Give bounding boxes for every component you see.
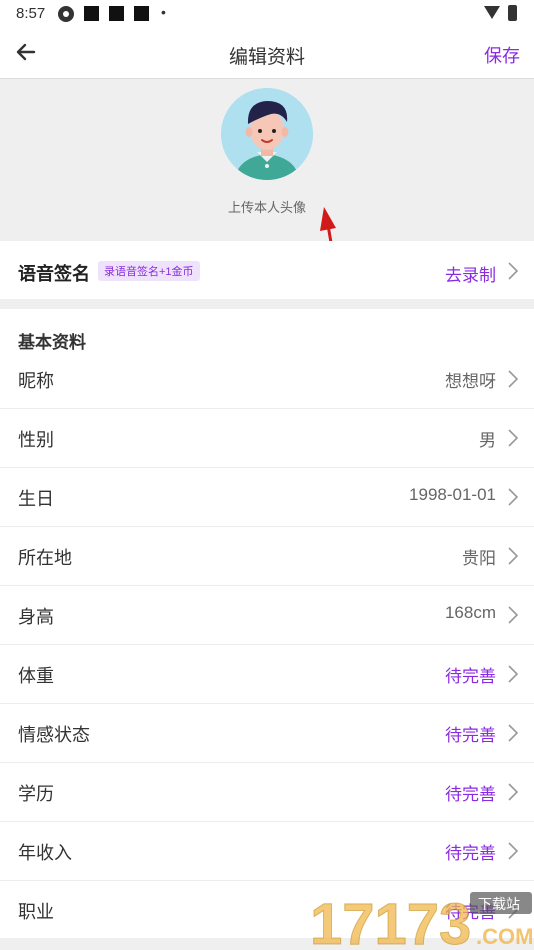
profile-row-income[interactable]: 年收入 待完善: [0, 822, 534, 881]
row-value: 1998-01-01: [409, 485, 496, 504]
chevron-right-icon: [508, 488, 519, 506]
row-value: 待完善: [445, 785, 496, 804]
row-label: 生日: [18, 489, 54, 509]
chevron-right-icon: [508, 842, 519, 860]
watermark-text: 17173: [310, 892, 471, 950]
row-label: 情感状态: [18, 725, 90, 745]
avatar[interactable]: [221, 88, 313, 180]
row-label: 职业: [18, 902, 54, 922]
notification-square-icon: [134, 6, 149, 21]
chevron-right-icon: [508, 370, 519, 388]
notification-square-icon: [84, 6, 99, 21]
battery-icon: [508, 5, 517, 21]
chevron-right-icon: [508, 547, 519, 565]
notification-square-icon: [109, 6, 124, 21]
row-value: 想想呀: [445, 372, 496, 391]
site-watermark-logo: 17173 下载站 .COM: [310, 892, 533, 950]
row-value: 待完善: [445, 844, 496, 863]
profile-row-nickname[interactable]: 昵称 想想呀: [0, 350, 534, 409]
avatar-section: 上传本人头像: [0, 79, 534, 241]
chevron-right-icon: [508, 262, 519, 280]
avatar-illustration: [221, 88, 313, 180]
profile-row-location[interactable]: 所在地 贵阳: [0, 527, 534, 586]
row-value: 待完善: [445, 667, 496, 686]
profile-row-relationship[interactable]: 情感状态 待完善: [0, 704, 534, 763]
status-time: 8:57: [16, 5, 46, 22]
profile-row-height[interactable]: 身高 168cm: [0, 586, 534, 645]
voice-signature-reward-badge: 录语音签名+1金币: [98, 261, 200, 281]
row-label: 昵称: [18, 371, 54, 391]
upload-avatar-hint[interactable]: 上传本人头像: [0, 197, 534, 216]
voice-signature-label: 语音签名: [18, 264, 90, 284]
row-label: 身高: [18, 607, 54, 627]
status-bar: 8:57 •: [0, 0, 534, 28]
top-navigation-bar: 编辑资料 保存: [0, 28, 534, 79]
row-value: 男: [479, 431, 496, 450]
watermark-sub-text: 下载站: [478, 897, 520, 913]
chevron-right-icon: [508, 783, 519, 801]
profile-row-education[interactable]: 学历 待完善: [0, 763, 534, 822]
row-label: 所在地: [18, 548, 72, 568]
section-divider: [0, 299, 534, 309]
profile-row-weight[interactable]: 体重 待完善: [0, 645, 534, 704]
profile-row-gender[interactable]: 性别 男: [0, 409, 534, 468]
wifi-icon: [484, 6, 500, 19]
row-value: 168cm: [444, 603, 496, 622]
row-label: 年收入: [18, 843, 72, 863]
dot-icon: •: [161, 4, 166, 20]
settings-icon: [58, 6, 74, 22]
row-value: 待完善: [445, 726, 496, 745]
record-voice-button[interactable]: 去录制: [445, 261, 496, 286]
row-label: 体重: [18, 666, 54, 686]
row-value: 贵阳: [462, 549, 496, 568]
chevron-right-icon: [508, 665, 519, 683]
chevron-right-icon: [508, 724, 519, 742]
chevron-right-icon: [508, 606, 519, 624]
save-button[interactable]: 保存: [484, 42, 520, 68]
row-label: 学历: [18, 784, 54, 804]
voice-signature-row[interactable]: 语音签名 录语音签名+1金币 去录制: [0, 241, 534, 299]
page-title: 编辑资料: [228, 47, 305, 68]
profile-row-birthday[interactable]: 生日 1998-01-01: [0, 468, 534, 527]
row-label: 性别: [18, 430, 54, 450]
watermark-domain: .COM: [476, 924, 533, 949]
chevron-right-icon: [508, 429, 519, 447]
